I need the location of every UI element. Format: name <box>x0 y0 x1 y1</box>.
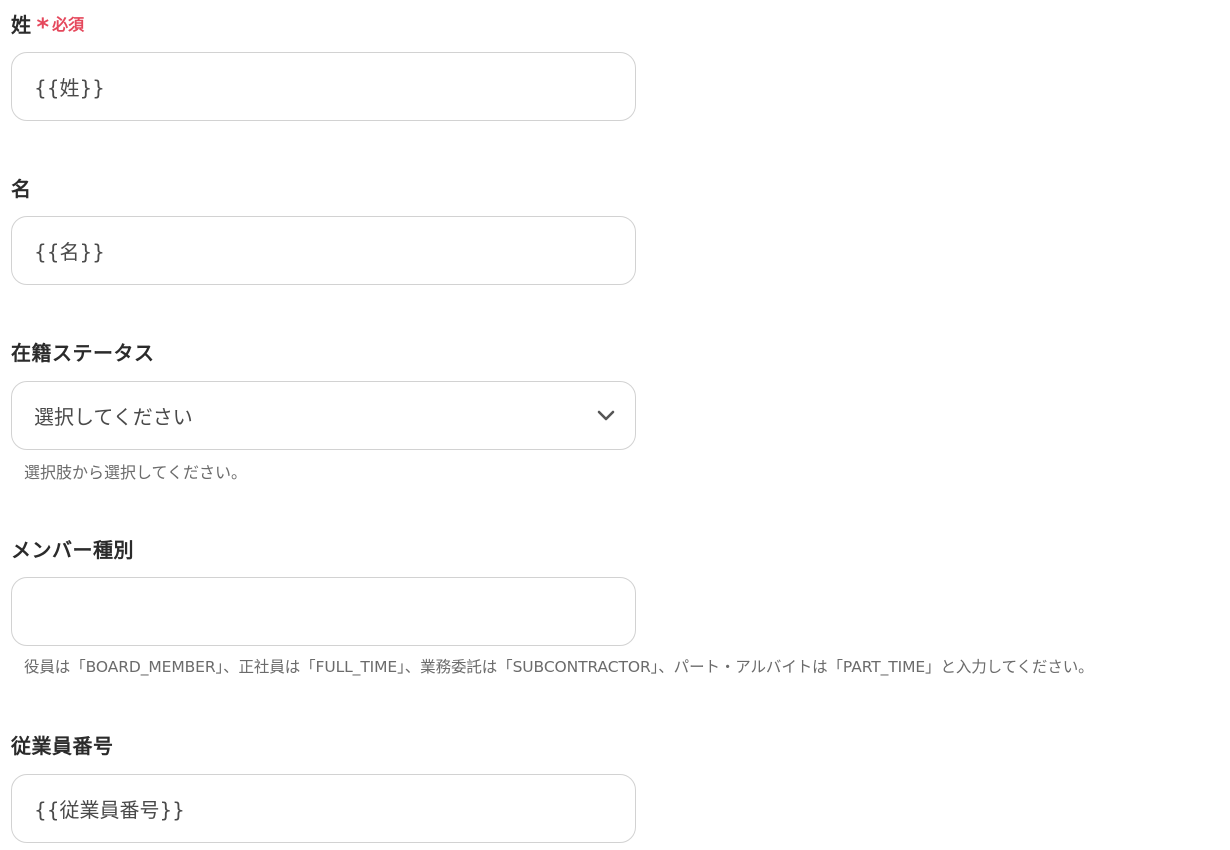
first-name-input[interactable]: {{名}} <box>11 216 636 285</box>
last-name-input-value: {{姓}} <box>34 76 105 100</box>
member-type-field: メンバー種別 <box>11 535 636 646</box>
member-type-help: 役員は「BOARD_MEMBER」、正社員は「FULL_TIME」、業務委託は「… <box>24 658 1094 676</box>
employee-number-label: 従業員番号 <box>11 733 114 758</box>
last-name-field: 姓 * 必須 {{姓}} <box>11 10 636 121</box>
employee-number-label-row: 従業員番号 <box>11 731 636 758</box>
member-type-label-row: メンバー種別 <box>11 535 636 562</box>
employment-status-help: 選択肢から選択してください。 <box>24 463 248 482</box>
employment-status-field: 在籍ステータス 選択してください <box>11 338 636 450</box>
first-name-input-value: {{名}} <box>34 240 105 264</box>
employee-form: 姓 * 必須 {{姓}} 名 {{名}} 在籍ステータス 選択してください 選択… <box>0 0 1230 850</box>
employment-status-label: 在籍ステータス <box>11 340 155 365</box>
first-name-label: 名 <box>11 176 32 201</box>
employment-status-label-row: 在籍ステータス <box>11 338 636 365</box>
last-name-label-row: 姓 * 必須 <box>11 10 636 41</box>
employee-number-field: 従業員番号 {{従業員番号}} <box>11 731 636 843</box>
member-type-input[interactable] <box>11 577 636 646</box>
required-badge: 必須 <box>52 15 85 34</box>
last-name-input[interactable]: {{姓}} <box>11 52 636 121</box>
first-name-label-row: 名 <box>11 174 636 201</box>
chevron-down-icon[interactable] <box>595 405 617 427</box>
employee-number-input-value: {{従業員番号}} <box>34 798 185 822</box>
employment-status-select[interactable]: 選択してください <box>11 381 636 450</box>
last-name-label: 姓 <box>11 12 32 37</box>
member-type-label: メンバー種別 <box>11 537 134 562</box>
employee-number-input[interactable]: {{従業員番号}} <box>11 774 636 843</box>
required-asterisk-icon: * <box>36 13 50 41</box>
employment-status-selected-value: 選択してください <box>34 405 193 429</box>
first-name-field: 名 {{名}} <box>11 174 636 285</box>
